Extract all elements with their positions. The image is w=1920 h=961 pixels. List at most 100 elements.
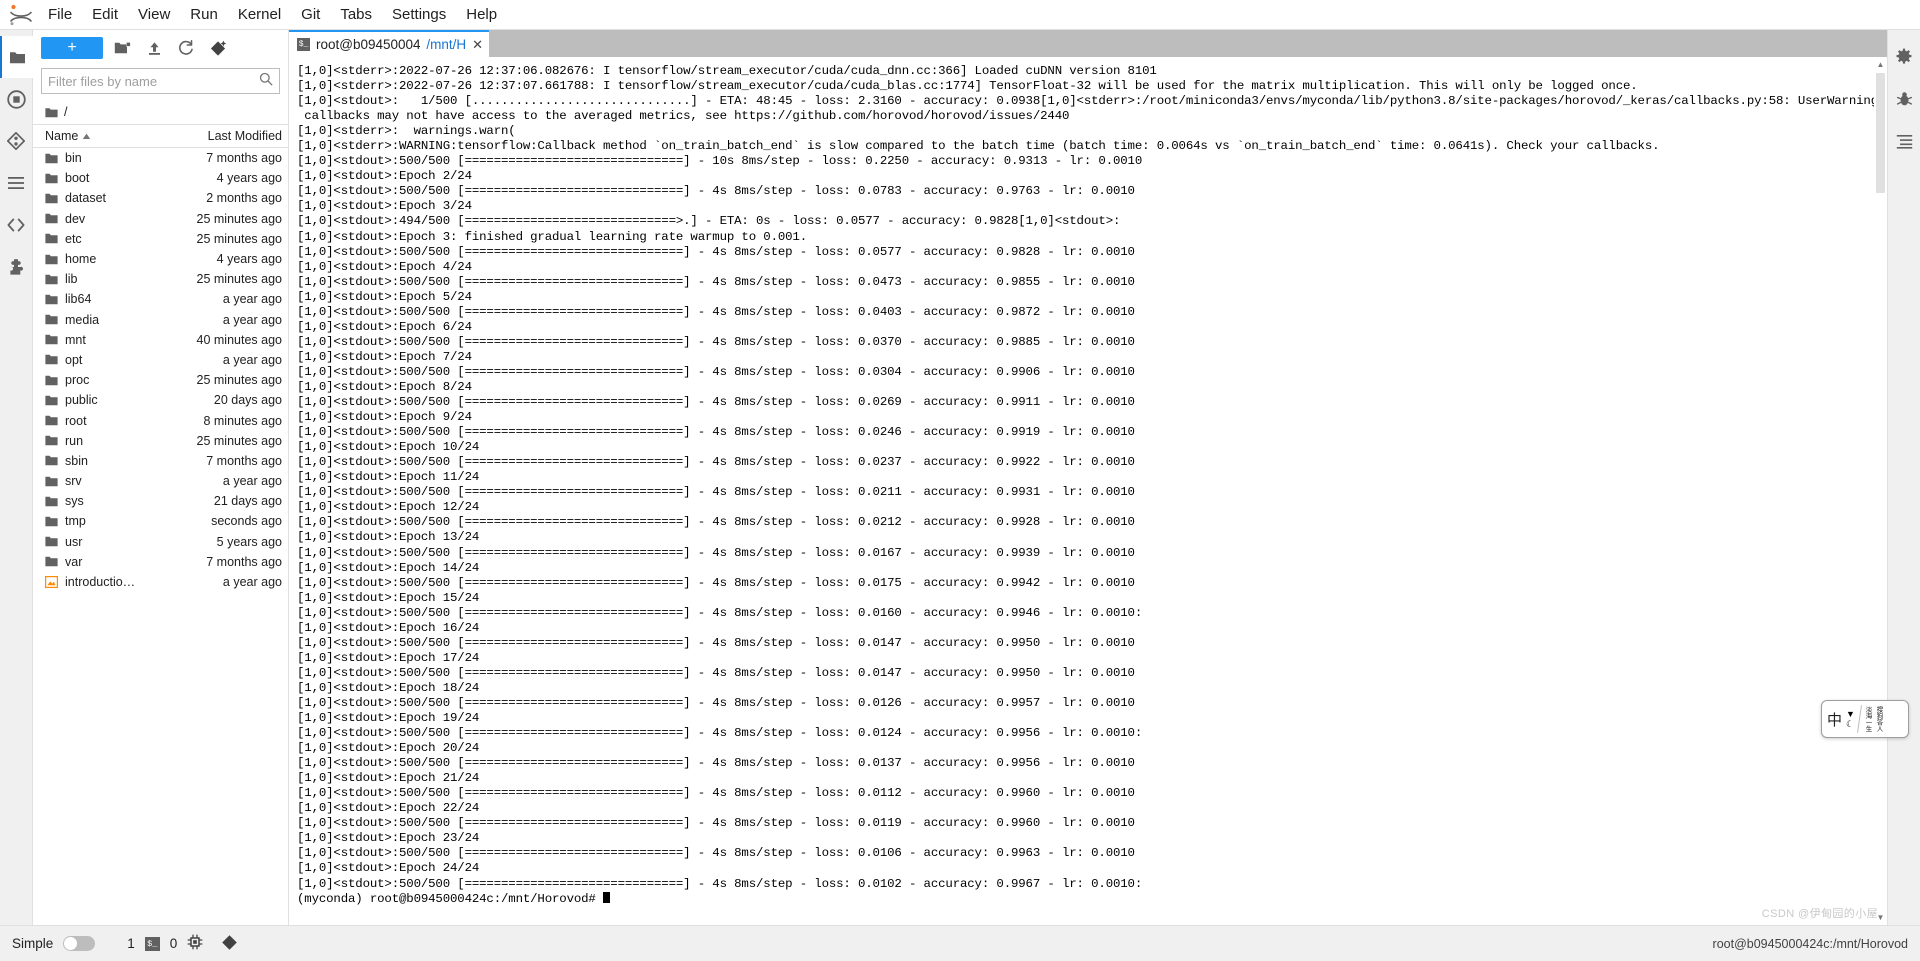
- kernel-icon[interactable]: [187, 934, 203, 953]
- terminal-line: [1,0]<stdout>:500/500 [=================…: [297, 816, 1135, 831]
- file-list-header: Name Last Modified: [33, 124, 288, 148]
- file-list-item[interactable]: dataset 2 months ago: [33, 188, 288, 208]
- file-list-item[interactable]: media a year ago: [33, 310, 288, 330]
- simple-mode-toggle[interactable]: [63, 936, 96, 951]
- menu-item-view[interactable]: View: [128, 2, 180, 28]
- folder-icon: [45, 234, 58, 244]
- sidebar-item-running[interactable]: [0, 78, 33, 120]
- file-list-item[interactable]: run 25 minutes ago: [33, 431, 288, 451]
- file-list-item[interactable]: home 4 years ago: [33, 249, 288, 269]
- terminal-line: [1,0]<stdout>:Epoch 3/24: [297, 199, 472, 214]
- git-branch-icon[interactable]: [221, 934, 238, 954]
- terminal-line: [1,0]<stdout>:Epoch 4/24: [297, 259, 472, 274]
- upload-icon[interactable]: [141, 36, 167, 60]
- scrollbar-thumb[interactable]: [1876, 73, 1885, 193]
- menu-item-file[interactable]: File: [38, 2, 82, 28]
- new-folder-icon[interactable]: [109, 36, 135, 60]
- terminal-line: [1,0]<stdout>:Epoch 2/24: [297, 169, 472, 184]
- sidebar-item-extension-manager[interactable]: [0, 204, 33, 246]
- ime-floating-bar[interactable]: 中 ▼ ☾ 淡海一生 搜狗答人: [1821, 700, 1909, 738]
- file-item-label: dataset: [65, 191, 107, 206]
- file-list: bin 7 months ago boot 4 years ago dataset 2 m…: [33, 148, 288, 925]
- menu-item-tabs[interactable]: Tabs: [330, 2, 382, 28]
- file-list-item[interactable]: mnt 40 minutes ago: [33, 330, 288, 350]
- sidebar-item-commands[interactable]: [0, 162, 33, 204]
- column-header-name[interactable]: Name: [45, 129, 176, 143]
- ime-mode-label[interactable]: 中: [1827, 709, 1842, 730]
- file-item-label: opt: [65, 352, 83, 367]
- file-list-item[interactable]: public 20 days ago: [33, 390, 288, 410]
- refresh-icon[interactable]: [173, 36, 199, 60]
- file-item-name-cell: home: [45, 252, 176, 266]
- moon-icon[interactable]: ☾: [1846, 719, 1855, 729]
- menu-item-help[interactable]: Help: [456, 2, 507, 28]
- menu-bar: File Edit View Run Kernel Git Tabs Setti…: [0, 0, 1920, 30]
- file-item-name-cell: etc: [45, 232, 176, 246]
- file-item-modified: 7 months ago: [206, 453, 282, 468]
- breadcrumb[interactable]: /: [33, 100, 288, 124]
- terminal-line: [1,0]<stdout>:500/500 [=================…: [297, 846, 1135, 861]
- file-item-name-cell: sbin: [45, 454, 176, 468]
- git-clone-icon[interactable]: [205, 36, 231, 60]
- ime-icon-group[interactable]: ▼ ☾: [1846, 709, 1855, 729]
- terminal-panel[interactable]: [1,0]<stderr>:2022-07-26 12:37:06.082676…: [289, 57, 1887, 925]
- sidebar-item-file-browser[interactable]: [0, 36, 33, 78]
- terminal-scrollbar[interactable]: ▲ ▼: [1874, 57, 1887, 925]
- file-list-item[interactable]: sys 21 days ago: [33, 491, 288, 511]
- folder-icon: [45, 294, 58, 305]
- ime-brand-text-0: 搜狗答人: [1874, 706, 1882, 732]
- sidebar-item-git[interactable]: [0, 120, 33, 162]
- file-item-modified: 21 days ago: [213, 494, 282, 509]
- file-list-item[interactable]: usr 5 years ago: [33, 532, 288, 552]
- menu-item-kernel[interactable]: Kernel: [228, 2, 291, 28]
- folder-icon: [45, 314, 58, 325]
- terminal-cursor: [603, 891, 610, 903]
- file-list-item[interactable]: srv a year ago: [33, 471, 288, 491]
- menu-item-settings[interactable]: Settings: [382, 2, 456, 28]
- sort-ascending-icon: [83, 133, 91, 139]
- file-item-name-cell: opt: [45, 353, 176, 367]
- folder-icon: [45, 557, 58, 567]
- column-header-last-modified[interactable]: Last Modified: [176, 129, 288, 143]
- filter-files-input[interactable]: [48, 73, 259, 89]
- new-launcher-button[interactable]: +: [41, 37, 103, 59]
- file-list-item[interactable]: sbin 7 months ago: [33, 451, 288, 471]
- sidebar-item-table-of-contents[interactable]: [1888, 120, 1920, 162]
- menu-item-run[interactable]: Run: [180, 2, 228, 28]
- file-item-label: mnt: [65, 332, 86, 347]
- file-list-item[interactable]: root 8 minutes ago: [33, 410, 288, 430]
- menu-item-git[interactable]: Git: [291, 2, 330, 28]
- terminal-line: [1,0]<stdout>:500/500 [=================…: [297, 575, 1135, 590]
- file-list-item[interactable]: etc 25 minutes ago: [33, 229, 288, 249]
- folder-icon: [45, 193, 58, 204]
- terminal-line: [1,0]<stdout>:500/500 [=================…: [297, 154, 1143, 169]
- terminal-line: [1,0]<stdout>:Epoch 22/24: [297, 801, 480, 816]
- file-list-item[interactable]: proc 25 minutes ago: [33, 370, 288, 390]
- file-item-name-cell: boot: [45, 171, 176, 185]
- sidebar-item-debugger[interactable]: [1888, 78, 1920, 120]
- file-list-item[interactable]: opt a year ago: [33, 350, 288, 370]
- chevron-up-icon[interactable]: ▲: [1875, 59, 1886, 70]
- file-list-item[interactable]: introductio… a year ago: [33, 572, 288, 592]
- file-list-item[interactable]: var 7 months ago: [33, 552, 288, 572]
- file-list-item[interactable]: lib 25 minutes ago: [33, 269, 288, 289]
- sidebar-item-puzzle-extensions[interactable]: [0, 246, 33, 288]
- file-item-name-cell: introductio…: [45, 575, 176, 589]
- close-icon[interactable]: ✕: [472, 38, 483, 51]
- sidebar-item-settings[interactable]: [1888, 36, 1920, 78]
- file-list-item[interactable]: lib64 a year ago: [33, 289, 288, 309]
- tab-terminal[interactable]: $_ root@b0945000424c: /mnt/H ✕: [289, 30, 489, 57]
- terminal-icon[interactable]: $_: [144, 936, 160, 951]
- file-filter-box[interactable]: [41, 68, 280, 94]
- file-list-item[interactable]: boot 4 years ago: [33, 168, 288, 188]
- terminal-count: 1: [127, 936, 135, 951]
- file-item-modified: 25 minutes ago: [196, 373, 282, 388]
- menu-item-edit[interactable]: Edit: [82, 2, 128, 28]
- file-list-item[interactable]: bin 7 months ago: [33, 148, 288, 168]
- file-list-item[interactable]: dev 25 minutes ago: [33, 209, 288, 229]
- terminal-prompt-line: (myconda) root@b0945000424c:/mnt/Horovod…: [297, 891, 1887, 907]
- terminal-line: [1,0]<stdout>:500/500 [=================…: [297, 364, 1135, 379]
- file-list-item[interactable]: tmp seconds ago: [33, 511, 288, 531]
- skin-icon[interactable]: ▼: [1846, 709, 1855, 719]
- file-item-modified: 40 minutes ago: [196, 332, 282, 347]
